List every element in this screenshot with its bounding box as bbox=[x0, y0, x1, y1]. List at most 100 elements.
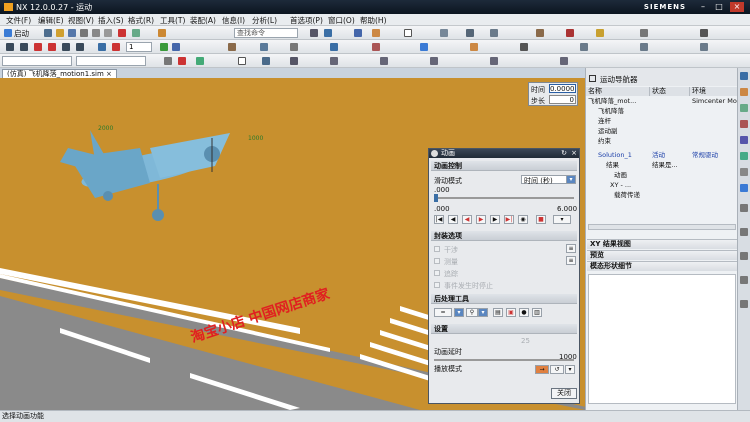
layer-select[interactable]: 1 bbox=[126, 42, 152, 52]
resource-history-icon[interactable] bbox=[740, 152, 748, 160]
sensor-icon[interactable] bbox=[520, 43, 528, 51]
snap-icon[interactable] bbox=[440, 29, 448, 37]
type-filter-select[interactable] bbox=[2, 56, 72, 66]
graph-icon[interactable] bbox=[640, 43, 648, 51]
resource-assembly-icon[interactable] bbox=[740, 88, 748, 96]
xy-result-view-panel[interactable]: XY 结果视图 bbox=[587, 239, 737, 249]
menu-view[interactable]: 视图(V) bbox=[68, 15, 94, 26]
first-frame-button[interactable]: |◀ bbox=[434, 215, 444, 224]
body-icon[interactable] bbox=[228, 43, 236, 51]
dialog-close-icon[interactable]: × bbox=[571, 149, 577, 158]
loop-button[interactable]: ↺ bbox=[550, 365, 564, 374]
column-env[interactable]: 环境 bbox=[690, 87, 738, 96]
tree-row-joints[interactable]: 运动副 bbox=[586, 127, 738, 136]
tree-row-sim[interactable]: 飞机降落_mot... Simcenter Mot bbox=[586, 97, 738, 106]
more-icon[interactable] bbox=[640, 29, 648, 37]
resource-roles-icon[interactable] bbox=[740, 204, 748, 212]
render-icon[interactable] bbox=[354, 29, 362, 37]
export-tool-button[interactable]: ═ bbox=[434, 308, 452, 317]
minimize-button[interactable]: – bbox=[696, 2, 710, 12]
flag-icon[interactable] bbox=[172, 43, 180, 51]
tree-row-solution[interactable]: Solution_1 活动 常规驱动 bbox=[586, 151, 738, 160]
grid-icon[interactable] bbox=[560, 57, 568, 65]
tree-row-load-transfer[interactable]: 载荷传递 bbox=[586, 191, 738, 200]
select-icon[interactable] bbox=[164, 57, 172, 65]
play-backward-button[interactable]: ◀ bbox=[462, 215, 472, 224]
solve-icon[interactable] bbox=[420, 43, 428, 51]
mesh-tool-button[interactable]: ● bbox=[519, 308, 529, 317]
export-dropdown-icon[interactable]: ▾ bbox=[454, 308, 464, 317]
save-icon[interactable] bbox=[68, 29, 76, 37]
resource-motion-icon[interactable] bbox=[740, 136, 748, 144]
first-frame-icon[interactable] bbox=[6, 43, 14, 51]
circle-icon[interactable] bbox=[380, 57, 388, 65]
dim-icon[interactable] bbox=[596, 29, 604, 37]
resource-constraint-icon[interactable] bbox=[740, 104, 748, 112]
command-search-input[interactable]: 查找命令 bbox=[234, 28, 298, 38]
line-icon[interactable] bbox=[430, 57, 438, 65]
force-icon[interactable] bbox=[372, 43, 380, 51]
menu-help[interactable]: 帮助(H) bbox=[360, 15, 387, 26]
sketch-icon[interactable] bbox=[466, 29, 474, 37]
resource-web-icon[interactable] bbox=[740, 184, 748, 192]
cube-icon[interactable] bbox=[262, 57, 270, 65]
resource-part-icon[interactable] bbox=[740, 120, 748, 128]
package-options-section[interactable]: 封装选项 bbox=[431, 231, 577, 241]
column-status[interactable]: 状态 bbox=[650, 87, 690, 96]
snapshot-button[interactable]: ◉ bbox=[518, 215, 528, 224]
menu-format[interactable]: 格式(R) bbox=[128, 15, 154, 26]
dialog-gear-icon[interactable] bbox=[431, 150, 438, 157]
trace-checkbox[interactable] bbox=[434, 270, 440, 276]
last-frame-button[interactable]: ▶| bbox=[504, 215, 514, 224]
delete-icon[interactable] bbox=[118, 29, 126, 37]
prev-frame-icon[interactable] bbox=[20, 43, 28, 51]
close-dialog-button[interactable]: 关闭 bbox=[551, 388, 577, 399]
resource-palette-icon[interactable] bbox=[740, 252, 748, 260]
resource-hd3d-icon[interactable] bbox=[740, 300, 748, 308]
resource-library-icon[interactable] bbox=[740, 168, 748, 176]
link-tool-button[interactable]: ⚲ bbox=[466, 308, 478, 317]
time-slider-track[interactable] bbox=[434, 197, 574, 199]
step-back-button[interactable]: ◀ bbox=[448, 215, 458, 224]
step-forward-button[interactable]: ▶ bbox=[490, 215, 500, 224]
measure-settings-button[interactable]: ≡ bbox=[566, 256, 576, 265]
tree-row-constraints[interactable]: 约束 bbox=[586, 137, 738, 146]
tree-row-xy[interactable]: XY - ... bbox=[586, 181, 738, 190]
box-icon[interactable] bbox=[238, 57, 246, 65]
navigator-hscrollbar[interactable] bbox=[588, 224, 736, 230]
post-processing-section[interactable]: 后处理工具 bbox=[431, 294, 577, 304]
scope-filter-select[interactable] bbox=[76, 56, 146, 66]
command-icon[interactable] bbox=[158, 29, 166, 37]
capture-tool-button[interactable]: ▤ bbox=[493, 308, 503, 317]
column-name[interactable]: 名称 bbox=[586, 87, 650, 96]
point-snap-icon[interactable] bbox=[196, 57, 204, 65]
material-icon[interactable] bbox=[372, 29, 380, 37]
tree-row-links[interactable]: 连杆 bbox=[586, 117, 738, 126]
orient-icon[interactable] bbox=[290, 57, 298, 65]
plot-icon[interactable] bbox=[580, 43, 588, 51]
play-forward-button[interactable]: ▶ bbox=[476, 215, 486, 224]
copy-icon[interactable] bbox=[92, 29, 100, 37]
menu-preferences[interactable]: 首选项(P) bbox=[290, 15, 323, 26]
start-button[interactable]: 启动 bbox=[14, 28, 29, 39]
last-frame-icon[interactable] bbox=[76, 43, 84, 51]
tree-row-results[interactable]: 结果 结果是... bbox=[586, 161, 738, 170]
joint-icon[interactable] bbox=[260, 43, 268, 51]
menu-file[interactable]: 文件(F) bbox=[6, 15, 31, 26]
layout-icon[interactable] bbox=[324, 29, 332, 37]
stop-icon[interactable] bbox=[112, 43, 120, 51]
mode-shape-detail-panel[interactable]: 模态形状细节 bbox=[587, 261, 737, 271]
menu-analysis[interactable]: 分析(L) bbox=[252, 15, 277, 26]
stop-on-event-checkbox[interactable] bbox=[434, 282, 440, 288]
curve-icon[interactable] bbox=[330, 57, 338, 65]
interference-checkbox[interactable] bbox=[434, 246, 440, 252]
settings-section[interactable]: 设置 bbox=[431, 324, 577, 334]
play-mode-dropdown-icon[interactable]: ▾ bbox=[565, 365, 575, 374]
image-tool-button[interactable]: ▥ bbox=[532, 308, 542, 317]
driver-icon[interactable] bbox=[330, 43, 338, 51]
close-button[interactable]: × bbox=[730, 2, 744, 12]
loop-icon[interactable] bbox=[98, 43, 106, 51]
resource-reuse-icon[interactable] bbox=[740, 276, 748, 284]
open-icon[interactable] bbox=[56, 29, 64, 37]
slide-mode-select[interactable]: 时间 (秒) bbox=[521, 175, 567, 185]
